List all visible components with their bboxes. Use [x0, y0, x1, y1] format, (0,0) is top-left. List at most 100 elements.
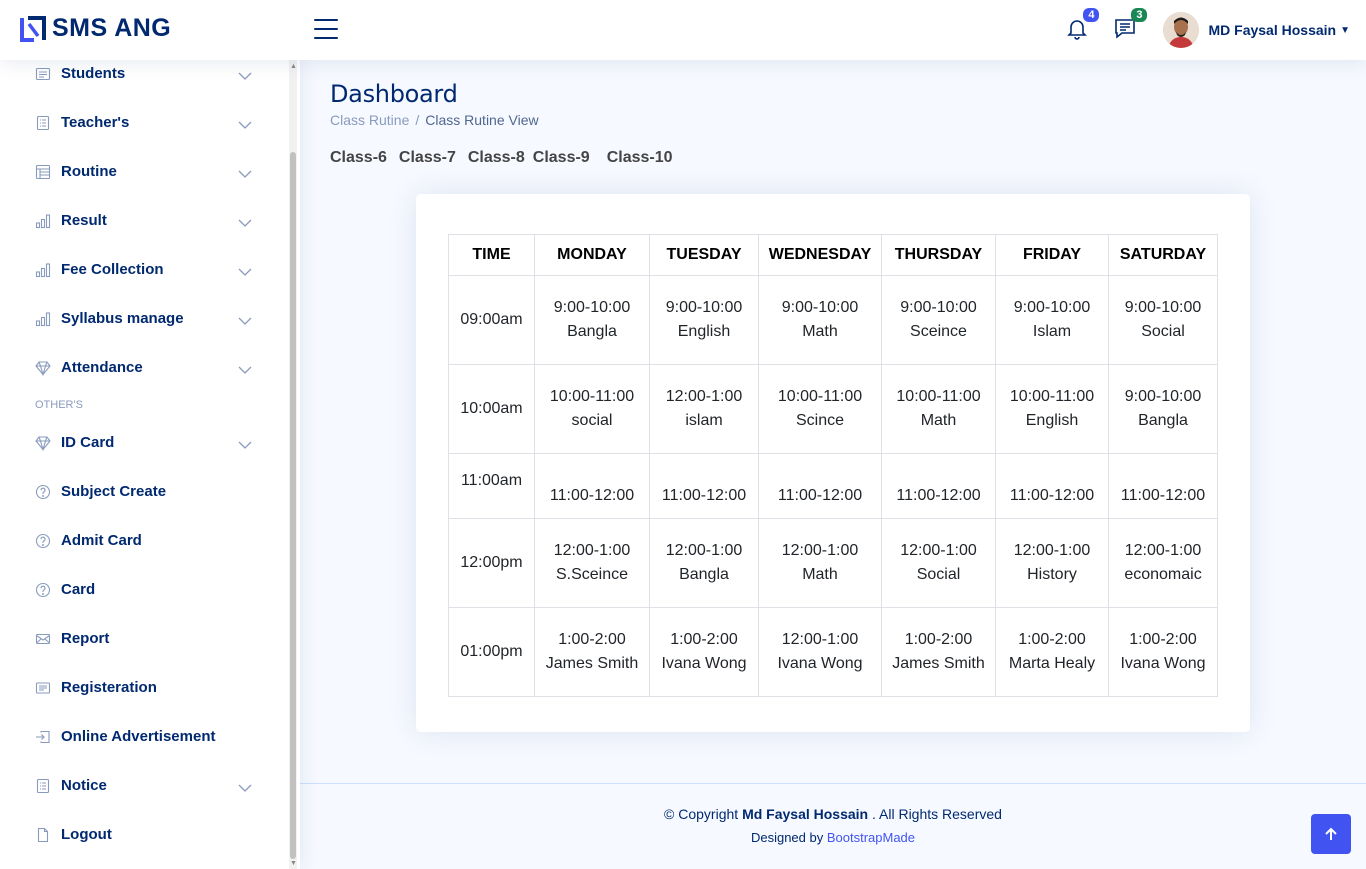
sidebar-item-result[interactable]: Result [0, 196, 286, 245]
period-time: 12:00-1:00 [665, 388, 743, 405]
table-header-row: TIME MONDAY TUESDAY WEDNESDAY THURSDAY F… [448, 234, 1218, 276]
sidebar-scrollbar[interactable]: ▲ ▼ [289, 60, 297, 869]
period-time: 12:00-1:00 [781, 542, 859, 559]
notifications-button[interactable]: 4 [1065, 8, 1100, 44]
sidebar-item-online-advertisement[interactable]: Online Advertisement [0, 712, 286, 761]
sidebar-item-teacher-s[interactable]: Teacher's [0, 98, 286, 147]
chevron-down-icon[interactable] [238, 780, 252, 792]
designer-link[interactable]: BootstrapMade [827, 830, 915, 845]
logo-icon [20, 15, 46, 42]
period-time: 9:00-10:00 [781, 299, 859, 316]
period-subject: English [677, 323, 731, 340]
period-time: 9:00-10:00 [1124, 388, 1202, 405]
bar-chart-icon [34, 261, 51, 278]
menu-line [314, 19, 338, 21]
table-cell: 9:00-10:00 Bangla [534, 275, 650, 365]
tab-class-10[interactable]: Class-10 [607, 149, 673, 167]
tab-class-7[interactable]: Class-7 [399, 149, 456, 167]
copyright-name: Md Faysal Hossain [742, 806, 869, 822]
file-icon [34, 826, 51, 843]
sidebar-item-report[interactable]: Report [0, 614, 286, 663]
time-cell: 12:00pm [448, 518, 535, 608]
chevron-down-icon[interactable] [238, 313, 252, 325]
table-row: 01:00pm 1:00-2:00 James Smith 1:00-2:00 Ivan… [448, 607, 1218, 697]
sidebar-item-id-card[interactable]: ID Card [0, 418, 286, 467]
menu-line [314, 28, 338, 30]
period-subject: S.Sceince [555, 566, 629, 583]
time-cell: 09:00am [448, 275, 535, 365]
question-circle-icon [34, 483, 51, 500]
chevron-down-icon[interactable] [238, 362, 252, 374]
time-label: 10:00am [460, 400, 523, 417]
time-label: 11:00am [460, 472, 523, 489]
table-cell: 10:00-11:00 Scince [758, 364, 882, 454]
chevron-down-icon[interactable] [238, 437, 252, 449]
period-time: 11:00-12:00 [1009, 487, 1095, 504]
time-cell: 01:00pm [448, 607, 535, 697]
period-time: 11:00-12:00 [777, 487, 863, 504]
messages-button[interactable]: 3 [1113, 8, 1148, 44]
sidebar-item-label: Result [61, 212, 107, 229]
period-subject: Bangla [679, 566, 729, 583]
period-time: 1:00-2:00 [904, 631, 973, 648]
period-subject: Marta Healy [1008, 655, 1096, 672]
tab-class-9[interactable]: Class-9 [533, 149, 590, 167]
sidebar-item-students[interactable]: Students [0, 60, 286, 98]
table-cell: 11:00-12:00 [1108, 453, 1218, 519]
breadcrumb-link[interactable]: Class Rutine [330, 112, 409, 128]
avatar [1163, 12, 1200, 48]
avatar-image [1163, 12, 1200, 48]
sidebar-item-admit-card[interactable]: Admit Card [0, 516, 286, 565]
period-subject: English [1025, 412, 1079, 429]
chevron-down-icon[interactable] [238, 166, 252, 178]
sidebar-item-notice[interactable]: Notice [0, 761, 286, 810]
tab-class-8[interactable]: Class-8 [468, 149, 525, 167]
document-icon [34, 114, 51, 131]
sidebar-toggle-button[interactable] [314, 19, 338, 39]
table-cell: 12:00-1:00 Ivana Wong [758, 607, 882, 697]
period-subject: James Smith [892, 655, 985, 672]
table-cell: 12:00-1:00 History [995, 518, 1109, 608]
arrow-up-icon [1325, 827, 1337, 840]
sidebar-item-attendance[interactable]: Attendance [0, 343, 286, 392]
scroll-thumb[interactable] [290, 152, 296, 859]
breadcrumb-separator: / [415, 112, 420, 128]
profile-dropdown[interactable]: MD Faysal Hossain ▼ [1163, 12, 1350, 48]
sidebar-item-registeration[interactable]: Registeration [0, 663, 286, 712]
caret-down-icon: ▼ [1340, 24, 1350, 36]
chevron-down-icon[interactable] [238, 264, 252, 276]
period-time: 9:00-10:00 [553, 299, 631, 316]
period-subject: Ivana Wong [777, 655, 863, 672]
breadcrumb: Class Rutine / Class Rutine View [330, 112, 539, 128]
back-to-top-button[interactable] [1311, 814, 1351, 854]
sidebar-item-syllabus-manage[interactable]: Syllabus manage [0, 294, 286, 343]
chevron-down-icon[interactable] [238, 68, 252, 80]
table-cell: 12:00-1:00 islam [649, 364, 759, 454]
notifications-badge: 4 [1083, 8, 1100, 22]
sidebar-item-label: Routine [61, 163, 117, 180]
chevron-down-icon[interactable] [238, 117, 252, 129]
scroll-down-arrow-icon[interactable]: ▼ [290, 860, 297, 867]
chevron-down-icon[interactable] [238, 215, 252, 227]
sidebar-item-label: Report [61, 630, 110, 647]
sidebar-item-label: Notice [61, 777, 107, 794]
period-time: 12:00-1:00 [781, 631, 859, 648]
table-cell: 9:00-10:00 English [649, 275, 759, 365]
table-cell: 12:00-1:00 Social [881, 518, 996, 608]
sidebar-item-logout[interactable]: Logout [0, 810, 286, 859]
sidebar-item-fee-collection[interactable]: Fee Collection [0, 245, 286, 294]
sidebar-item-card[interactable]: Card [0, 565, 286, 614]
tab-class-6[interactable]: Class-6 [330, 149, 387, 167]
logo[interactable]: SMS ANG [20, 14, 171, 43]
sidebar-item-routine[interactable]: Routine [0, 147, 286, 196]
column-header: FRIDAY [995, 234, 1109, 276]
period-time: 10:00-11:00 [896, 388, 981, 405]
top-header: SMS ANG 4 3 MD Faysal Hossain ▼ [0, 0, 1366, 60]
table-cell: 9:00-10:00 Social [1108, 275, 1218, 365]
class-tabs: Class-6 Class-7 Class-8 Class-9 Class-10 [330, 149, 673, 167]
period-subject: Math [920, 412, 957, 429]
menu-line [314, 37, 338, 39]
scroll-up-arrow-icon[interactable]: ▲ [290, 63, 297, 70]
breadcrumb-current: Class Rutine View [425, 112, 539, 128]
sidebar-item-subject-create[interactable]: Subject Create [0, 467, 286, 516]
